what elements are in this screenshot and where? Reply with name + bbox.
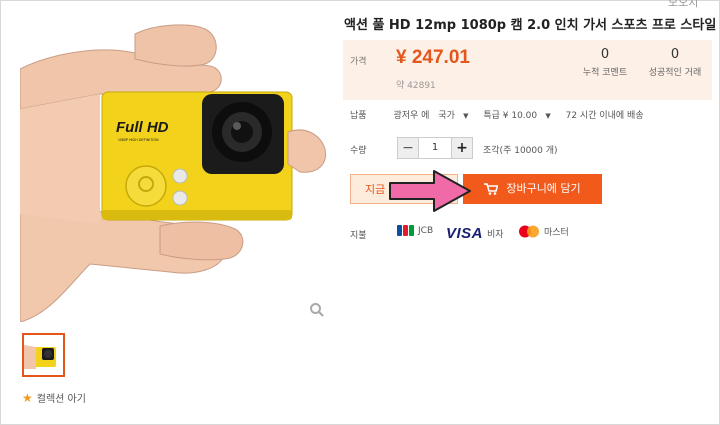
product-title: 액션 풀 HD 12mp 1080p 캠 2.0 인치 가서 스포츠 프로 스타…: [344, 18, 720, 33]
shipping-method-select[interactable]: 특급 ¥ 10.00 ▼: [483, 111, 556, 121]
top-cut-text: 모오지: [668, 0, 699, 9]
shipping-destination: 광저우 에: [393, 111, 430, 121]
quantity-stepper: − 1 +: [397, 137, 473, 159]
collection-label: 컬렉션 아기: [36, 394, 86, 405]
camera-in-hand-illustration: Full HD 1080P HIGH DEFINITION: [20, 24, 327, 322]
mastercard-icon: [519, 225, 539, 238]
zoom-icon[interactable]: [309, 302, 325, 318]
price-label: 가격: [350, 57, 367, 67]
jcb-label: JCB: [418, 225, 434, 236]
shipping-method-label: 특급 ¥ 10.00: [483, 111, 538, 121]
payment-master: 마스터: [518, 225, 569, 238]
price-approx: 약 42891: [396, 81, 436, 91]
stat-transactions-count: 0: [670, 47, 680, 62]
thumbnail-image[interactable]: [22, 333, 65, 377]
chevron-down-icon: ▼: [543, 112, 551, 120]
price-box: 가격 ¥ 247.01 약 42891 0 누적 코멘트 0 성공적인 거래: [343, 40, 712, 100]
stat-comments[interactable]: 0 누적 코멘트: [570, 47, 640, 78]
country-select[interactable]: 국가 ▼: [438, 111, 474, 121]
quantity-minus-button[interactable]: −: [398, 138, 418, 158]
visa-label: 비자: [487, 230, 504, 240]
quantity-plus-button[interactable]: +: [452, 138, 472, 158]
payment-visa: VISA 비자: [446, 225, 504, 242]
quantity-note: 조각(주 10000 개): [483, 146, 558, 156]
cart-icon: [484, 183, 499, 195]
star-icon: ★: [22, 390, 33, 405]
shipping-time: 72 시간 이내에 배송: [565, 111, 644, 121]
stat-comments-count: 0: [600, 47, 610, 62]
payment-label: 지불: [350, 231, 367, 241]
quantity-input[interactable]: 1: [418, 138, 452, 158]
stat-comments-label: 누적 코멘트: [582, 68, 628, 78]
stat-transactions[interactable]: 0 성공적인 거래: [640, 47, 710, 78]
shipping-label: 납품: [350, 111, 367, 121]
pointer-arrow-icon: [389, 170, 471, 212]
chevron-down-icon: ▼: [460, 112, 469, 120]
main-product-image[interactable]: Full HD 1080P HIGH DEFINITION: [20, 14, 332, 322]
price-value: ¥ 247.01: [396, 47, 470, 68]
collection-link[interactable]: ★ 컬렉션 아기: [22, 390, 86, 406]
stat-transactions-label: 성공적인 거래: [648, 68, 702, 78]
jcb-icon: [397, 225, 414, 236]
payment-jcb: JCB: [397, 225, 433, 236]
add-to-cart-label: 장바구니에 담기: [506, 182, 581, 195]
add-to-cart-button[interactable]: 장바구니에 담기: [463, 174, 602, 204]
country-label: 국가: [438, 111, 455, 121]
quantity-label: 수량: [350, 146, 367, 156]
shipping-row: 납품 광저우 에 국가 ▼ 특급 ¥ 10.00 ▼ 72 시간 이내에 배송: [350, 108, 650, 121]
master-label: 마스터: [544, 228, 569, 238]
camera-sub-text: 1080P HIGH DEFINITION: [118, 138, 159, 142]
camera-logo-text: Full HD: [116, 119, 169, 136]
visa-logo: VISA: [446, 225, 484, 242]
